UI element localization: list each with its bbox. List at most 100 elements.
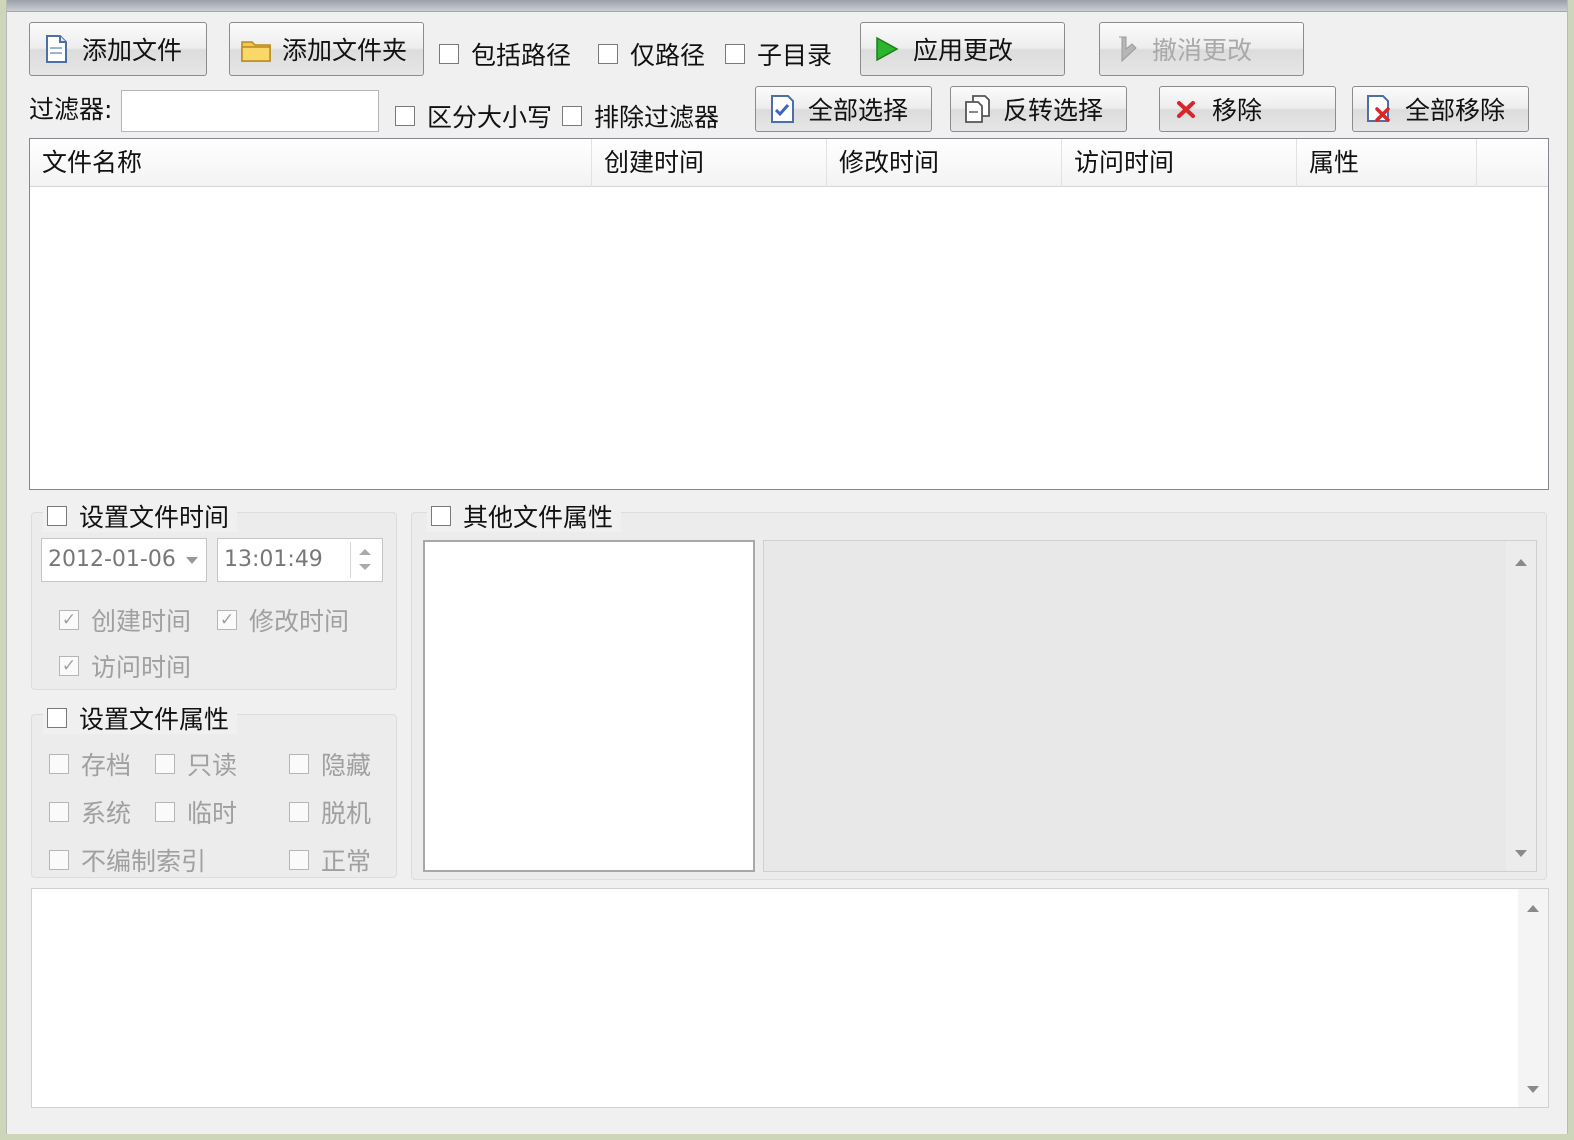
checkbox-box xyxy=(47,506,67,526)
checkbox-box xyxy=(49,754,69,774)
checkbox-box xyxy=(598,44,618,64)
filter-label: 过滤器: xyxy=(29,95,113,124)
copy-document-icon xyxy=(961,93,993,125)
property-panel-scrollbar[interactable] xyxy=(1506,541,1536,871)
folder-icon xyxy=(240,33,272,65)
remove-all-label: 全部移除 xyxy=(1405,96,1506,125)
created-time-label: 创建时间 xyxy=(91,607,192,636)
readonly-checkbox[interactable]: 只读 xyxy=(155,746,237,782)
set-file-attributes-checkbox[interactable]: 设置文件属性 xyxy=(43,702,238,734)
scroll-down-icon[interactable] xyxy=(1527,1086,1539,1093)
checkbox-box xyxy=(439,44,459,64)
other-attributes-title: 其他文件属性 xyxy=(463,503,614,532)
not-indexed-checkbox[interactable]: 不编制索引 xyxy=(49,842,206,878)
subdirectory-label: 子目录 xyxy=(757,41,833,70)
checkbox-box xyxy=(155,754,175,774)
checkbox-box xyxy=(431,506,451,526)
spin-down-icon[interactable] xyxy=(359,564,371,570)
checkbox-box xyxy=(49,802,69,822)
case-sensitive-checkbox[interactable]: 区分大小写 xyxy=(395,98,552,134)
temporary-checkbox[interactable]: 临时 xyxy=(155,794,237,830)
checkbox-box xyxy=(725,44,745,64)
other-attributes-checkbox[interactable]: 其他文件属性 xyxy=(427,500,622,532)
column-header-accessed[interactable]: 访问时间 xyxy=(1062,139,1297,187)
play-icon xyxy=(871,33,903,65)
set-file-attributes-title: 设置文件属性 xyxy=(79,705,230,734)
remove-document-icon xyxy=(1363,93,1395,125)
remove-all-button[interactable]: 全部移除 xyxy=(1352,86,1529,132)
case-sensitive-label: 区分大小写 xyxy=(427,103,553,132)
modified-time-label: 修改时间 xyxy=(249,607,350,636)
accessed-time-checkbox[interactable]: ✓ 访问时间 xyxy=(59,648,191,684)
date-picker[interactable]: 2012-01-06 xyxy=(41,538,207,582)
checkbox-box xyxy=(562,106,582,126)
log-textarea[interactable] xyxy=(31,888,1549,1108)
add-folder-label: 添加文件夹 xyxy=(282,36,408,65)
x-icon xyxy=(1170,93,1202,125)
exclude-filter-checkbox[interactable]: 排除过滤器 xyxy=(562,98,719,134)
archive-label: 存档 xyxy=(81,751,132,780)
set-file-time-checkbox[interactable]: 设置文件时间 xyxy=(43,500,238,532)
spin-up-icon[interactable] xyxy=(359,549,371,555)
offline-label: 脱机 xyxy=(321,799,372,828)
add-file-label: 添加文件 xyxy=(82,36,183,65)
scroll-down-icon[interactable] xyxy=(1515,850,1527,857)
chevron-down-icon[interactable] xyxy=(186,557,198,564)
checkbox-box: ✓ xyxy=(217,610,237,630)
file-list[interactable]: 文件名称 创建时间 修改时间 访问时间 属性 xyxy=(29,138,1549,490)
checkbox-box xyxy=(289,802,309,822)
not-indexed-label: 不编制索引 xyxy=(81,847,207,876)
check-document-icon xyxy=(766,93,798,125)
checkbox-box xyxy=(49,850,69,870)
hidden-checkbox[interactable]: 隐藏 xyxy=(289,746,371,782)
checkbox-box: ✓ xyxy=(59,610,79,630)
title-bar-strip xyxy=(7,0,1567,12)
normal-checkbox[interactable]: 正常 xyxy=(289,842,371,878)
time-picker[interactable]: 13:01:49 xyxy=(217,538,383,582)
offline-checkbox[interactable]: 脱机 xyxy=(289,794,371,830)
created-time-checkbox[interactable]: ✓ 创建时间 xyxy=(59,602,191,638)
column-header-name[interactable]: 文件名称 xyxy=(30,139,592,187)
log-scrollbar[interactable] xyxy=(1518,889,1548,1107)
apply-changes-label: 应用更改 xyxy=(913,36,1014,65)
scroll-up-icon[interactable] xyxy=(1515,559,1527,566)
include-path-checkbox[interactable]: 包括路径 xyxy=(439,36,571,72)
path-only-label: 仅路径 xyxy=(630,41,706,70)
undo-icon xyxy=(1110,33,1142,65)
column-header-attributes[interactable]: 属性 xyxy=(1297,139,1477,187)
file-list-header: 文件名称 创建时间 修改时间 访问时间 属性 xyxy=(30,139,1548,187)
checkbox-box: ✓ xyxy=(59,656,79,676)
remove-button[interactable]: 移除 xyxy=(1159,86,1336,132)
path-only-checkbox[interactable]: 仅路径 xyxy=(598,36,705,72)
undo-changes-button[interactable]: 撤消更改 xyxy=(1099,22,1304,76)
remove-label: 移除 xyxy=(1212,96,1263,125)
invert-selection-button[interactable]: 反转选择 xyxy=(950,86,1127,132)
add-folder-button[interactable]: 添加文件夹 xyxy=(229,22,424,76)
system-label: 系统 xyxy=(81,799,132,828)
filter-input[interactable] xyxy=(121,90,379,132)
scroll-up-icon[interactable] xyxy=(1527,905,1539,912)
select-all-button[interactable]: 全部选择 xyxy=(755,86,932,132)
archive-checkbox[interactable]: 存档 xyxy=(49,746,131,782)
time-spinner[interactable] xyxy=(350,542,378,578)
checkbox-box xyxy=(395,106,415,126)
document-icon xyxy=(40,33,72,65)
temporary-label: 临时 xyxy=(187,799,238,828)
other-attributes-property-panel[interactable] xyxy=(763,540,1537,872)
column-header-created[interactable]: 创建时间 xyxy=(592,139,827,187)
apply-changes-button[interactable]: 应用更改 xyxy=(860,22,1065,76)
subdirectory-checkbox[interactable]: 子目录 xyxy=(725,36,832,72)
add-file-button[interactable]: 添加文件 xyxy=(29,22,207,76)
checkbox-box xyxy=(289,850,309,870)
other-attributes-list[interactable] xyxy=(423,540,755,872)
time-value: 13:01:49 xyxy=(224,547,323,572)
checkbox-box xyxy=(289,754,309,774)
checkbox-box xyxy=(47,708,67,728)
invert-selection-label: 反转选择 xyxy=(1003,96,1104,125)
readonly-label: 只读 xyxy=(187,751,238,780)
undo-changes-label: 撤消更改 xyxy=(1152,36,1253,65)
modified-time-checkbox[interactable]: ✓ 修改时间 xyxy=(217,602,349,638)
system-checkbox[interactable]: 系统 xyxy=(49,794,131,830)
hidden-label: 隐藏 xyxy=(321,751,372,780)
column-header-modified[interactable]: 修改时间 xyxy=(827,139,1062,187)
